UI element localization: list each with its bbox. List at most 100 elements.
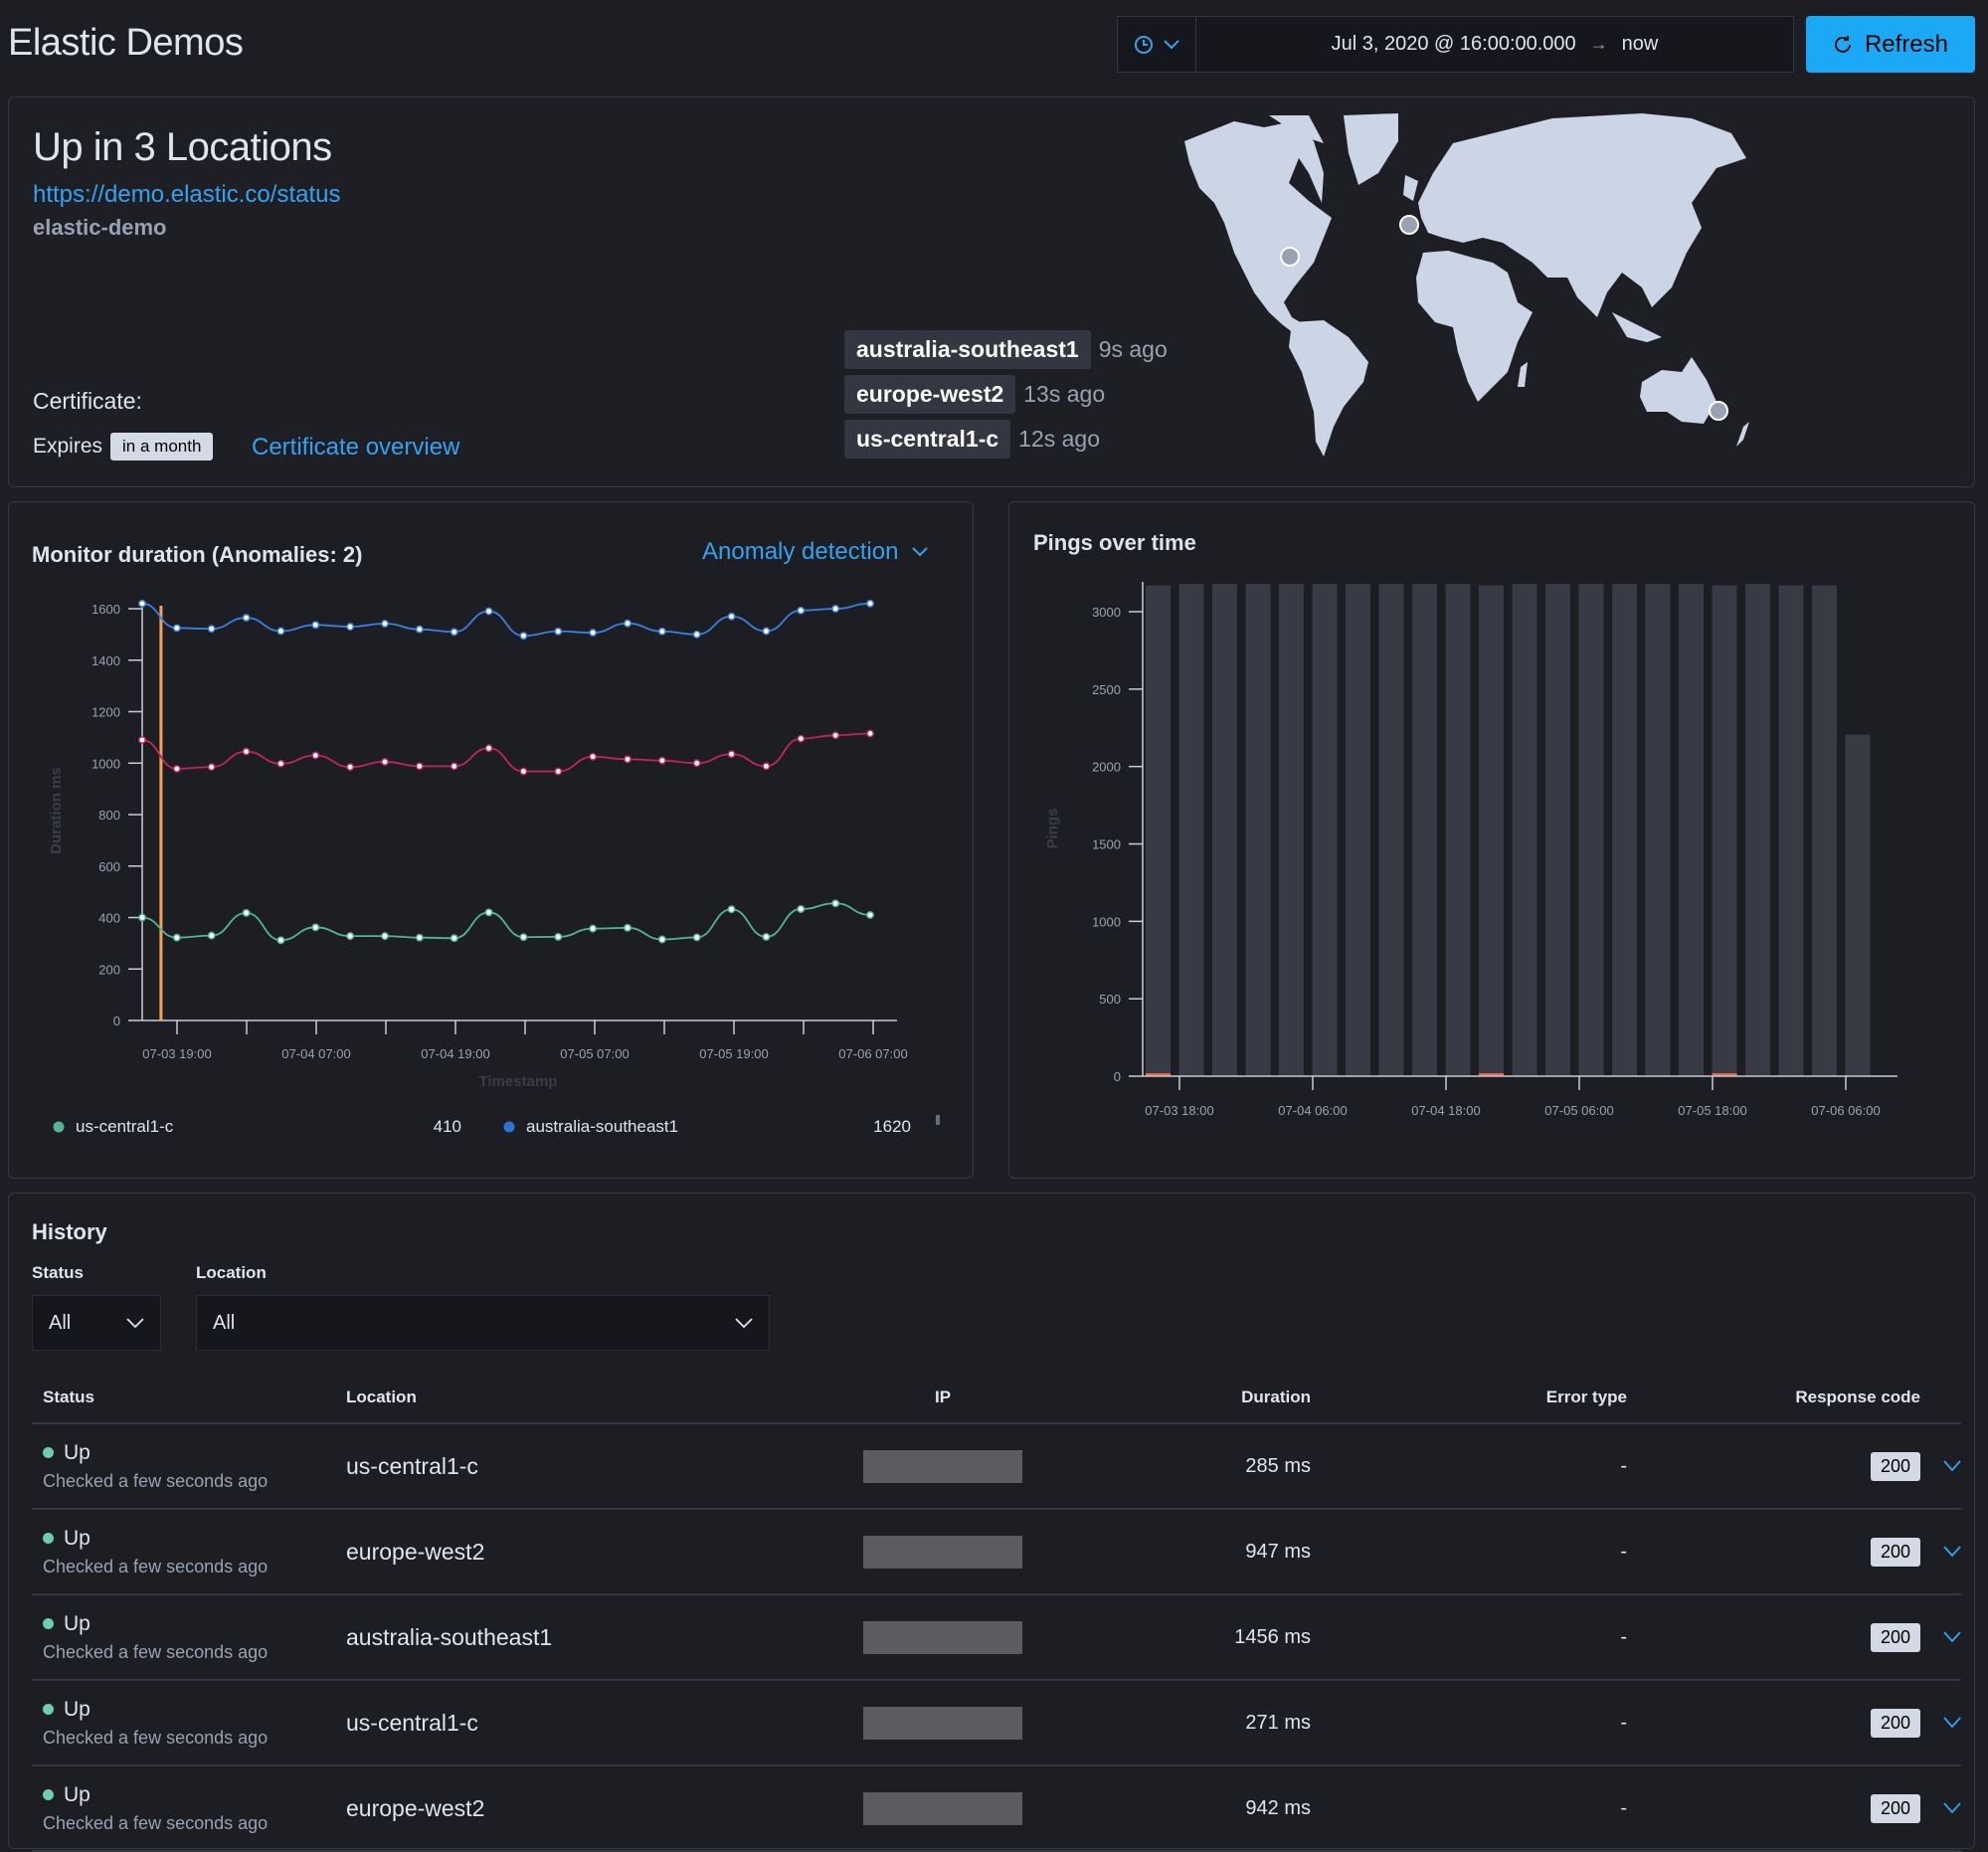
column-header-error-type[interactable]: Error type [1311,1388,1627,1407]
continents [1184,113,1749,457]
ping-bar-up [1146,585,1171,1076]
data-point-europe-west2 [172,764,181,773]
date-start[interactable]: Jul 3, 2020 @ 16:00:00.000 [1332,33,1576,56]
data-point-us-central1-c [138,913,146,922]
australia [1640,357,1717,424]
greenland [1344,113,1398,185]
duration-cell: 271 ms [1245,1711,1311,1734]
expires-badge: in a month [110,433,214,461]
certificate-overview-link[interactable]: Certificate overview [252,434,459,462]
data-point-europe-west2 [381,758,389,766]
data-point-us-central1-c [242,908,251,917]
y-tick-label: 1000 [91,756,120,771]
data-point-europe-west2 [554,767,563,776]
monitor-url-link[interactable]: https://demo.elastic.co/status [33,181,340,209]
data-point-us-central1-c [519,933,528,942]
status-filter-select[interactable]: All [32,1295,161,1351]
response-code-cell: 200 [1627,1793,1920,1823]
ping-bar-up [1479,585,1504,1076]
map-marker-us-central1-c[interactable] [1280,247,1300,267]
location-cell: europe-west2 [346,1538,485,1565]
chevron-down-icon[interactable] [1943,1631,1961,1643]
expand-row-button[interactable] [1920,1546,1961,1558]
response-code-badge: 200 [1870,1622,1920,1652]
duration-cell: 1456 ms [1234,1625,1311,1648]
error-type-cell: - [1620,1540,1627,1563]
quick-select-button[interactable] [1118,17,1196,72]
expand-row-button[interactable] [1920,1631,1961,1643]
status-text: Up [64,1526,90,1550]
location-badge: australia-southeast1 [844,330,1091,369]
column-header-response-code[interactable]: Response code [1627,1388,1920,1407]
status-text: Up [64,1440,90,1464]
status-cell: Up Checked a few seconds ago [32,1783,346,1834]
data-point-australia-southeast1 [727,612,736,621]
ping-bar-up [1312,584,1338,1076]
column-header-location[interactable]: Location [346,1388,784,1407]
expand-row-button[interactable] [1920,1460,1961,1472]
chevron-down-icon [1164,39,1179,49]
ping-bar-up [1346,584,1370,1076]
table-row: Up Checked a few seconds ago europe-west… [32,1510,1961,1595]
x-tick-label: 07-04 07:00 [281,1046,350,1061]
date-end[interactable]: now [1622,33,1659,56]
ip-redacted-block [863,1449,1022,1483]
location-filter-select[interactable]: All [196,1295,770,1351]
expand-row-button[interactable] [1920,1802,1961,1814]
data-point-us-central1-c [866,910,874,919]
chevron-down-icon[interactable] [1943,1717,1961,1729]
status-cell: Up Checked a few seconds ago [32,1441,346,1492]
column-header-ip[interactable]: IP [784,1388,1102,1407]
history-table: Status Location IP Duration Error type R… [32,1373,1961,1852]
status-title: Up in 3 Locations [33,125,332,169]
y-tick-label: 1200 [91,705,120,720]
chevron-down-icon[interactable] [1943,1802,1961,1814]
error-type-cell: - [1620,1454,1627,1477]
ping-bar-up [1445,584,1471,1076]
data-point-us-central1-c [831,899,840,908]
chevron-down-icon[interactable] [1943,1546,1961,1558]
x-tick-label: 07-03 18:00 [1145,1103,1213,1118]
column-header-duration[interactable]: Duration [1102,1388,1311,1407]
ping-bar-up [1778,585,1804,1076]
x-tick-label: 07-03 19:00 [142,1046,211,1061]
anomaly-detection-button[interactable]: Anomaly detection [702,538,929,566]
pings-chart-title: Pings over time [1033,530,1196,555]
africa [1416,251,1533,402]
data-point-europe-west2 [207,763,216,772]
series-line-us-central1-c [141,902,871,942]
legend-scrollbar [936,1115,940,1125]
ping-bar-up [1412,584,1437,1076]
location-badge: europe-west2 [844,375,1016,414]
location-filter-value: All [213,1311,236,1334]
ping-bar-up [1578,584,1604,1076]
map-marker-australia-southeast1[interactable] [1709,401,1728,421]
ip-redacted-block [863,1620,1022,1654]
expand-row-button[interactable] [1920,1717,1961,1729]
ip-cell [784,1535,1102,1569]
map-marker-europe-west2[interactable] [1399,215,1419,235]
response-code-badge: 200 [1870,1793,1920,1823]
x-tick-label: 07-04 18:00 [1411,1103,1480,1118]
date-picker: Jul 3, 2020 @ 16:00:00.000 → now [1117,16,1794,73]
pings-over-time-chart: 0 500 1000 1500 2000 2500 3000 07-03 18:00 07-04… [1044,582,1898,1118]
history-panel: History Status All Location All Status L… [8,1193,1975,1852]
y-tick-label: 3000 [1092,605,1121,620]
pings-over-time-panel: 0 500 1000 1500 2000 2500 3000 07-03 18:00 07-04… [1008,501,1975,1179]
anomaly-detection-label: Anomaly detection [702,538,899,565]
data-point-australia-southeast1 [346,623,355,632]
chevron-down-icon[interactable] [1943,1460,1961,1472]
checked-time: Checked a few seconds ago [43,1812,269,1833]
column-header-status[interactable]: Status [32,1388,346,1407]
data-point-australia-southeast1 [138,599,146,608]
duration-chart-title: Monitor duration (Anomalies: 2) [32,542,363,567]
refresh-button[interactable]: Refresh [1806,16,1975,73]
data-point-australia-southeast1 [831,605,840,613]
x-tick-label: 07-06 06:00 [1811,1103,1880,1118]
response-code-cell: 200 [1627,1451,1920,1481]
data-point-europe-west2 [589,752,598,761]
ip-redacted-block [863,1535,1022,1569]
ping-bar-up [1178,584,1204,1076]
clock-icon [1135,35,1153,54]
date-range-display[interactable]: Jul 3, 2020 @ 16:00:00.000 → now [1196,17,1793,72]
